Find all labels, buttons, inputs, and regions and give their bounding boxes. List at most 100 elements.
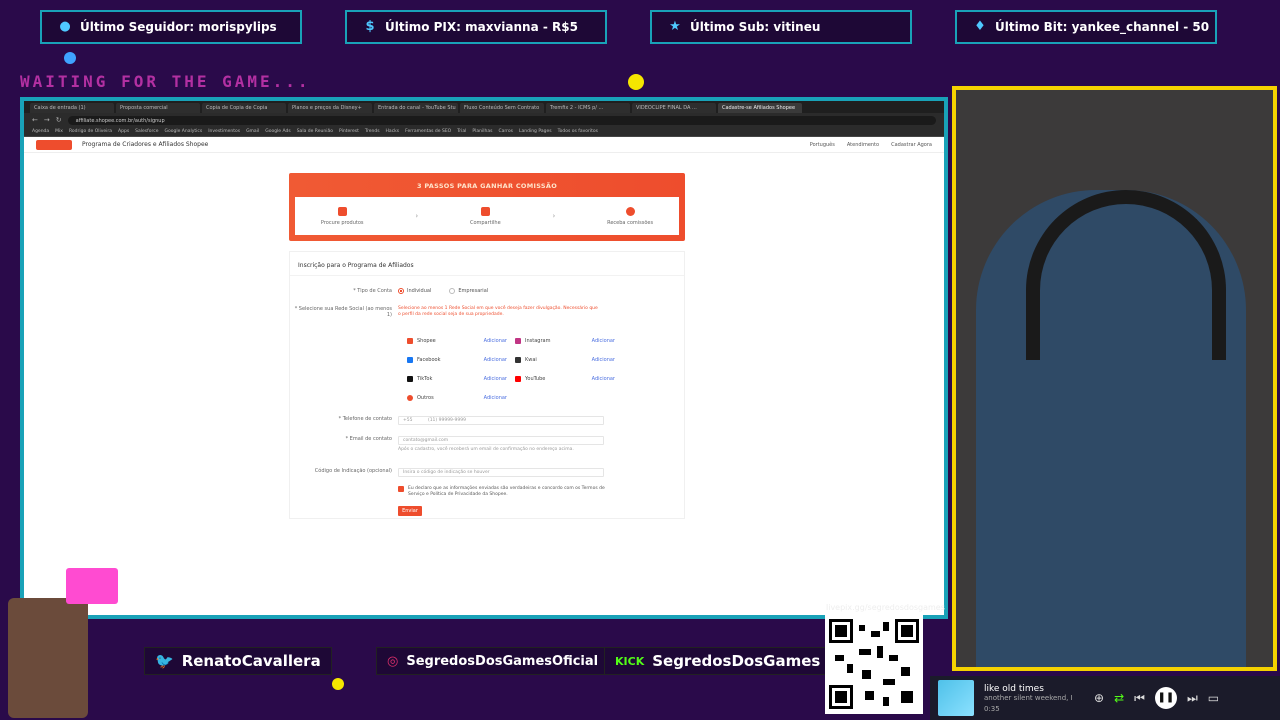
add-button[interactable]: Adicionar (592, 338, 615, 344)
signup-link[interactable]: Cadastrar Agora (891, 142, 932, 148)
next-icon[interactable]: ⏭ (1187, 691, 1198, 706)
kwai-icon (515, 356, 521, 363)
last-pix-bar: $ Último PIX: maxvianna - R$5 (345, 10, 607, 44)
network-shopee: Shopee Adicionar (407, 336, 507, 345)
browser-tab[interactable]: Planos e preços da Disney+ (288, 103, 372, 113)
bookmark[interactable]: Investimentos (208, 129, 240, 134)
network-facebook: Facebook Adicionar (407, 355, 507, 364)
bookmark[interactable]: Agenda (32, 129, 49, 134)
add-button[interactable]: Adicionar (484, 357, 507, 363)
browser-tab[interactable]: Tremfix 2 - ICMS p/ ... (546, 103, 630, 113)
diamond-icon: ♦ (974, 19, 986, 34)
bookmark[interactable]: Salesforce (135, 129, 158, 134)
browser-tab[interactable]: Proposta comercial (116, 103, 200, 113)
qr-label: livepix.gg/segredosdosgames (826, 603, 945, 612)
last-bit-bar: ♦ Último Bit: yankee_channel - 50 (955, 10, 1217, 44)
email-label: * Email de contato (345, 436, 392, 442)
pixel-character (8, 598, 88, 718)
browser-tab[interactable]: VIDEOCLIPE FINAL DA ... (632, 103, 716, 113)
kick-handle: KICK SegredosDosGames (604, 647, 832, 675)
network-tiktok: TikTok Adicionar (407, 374, 507, 383)
browser-tab[interactable]: Entrada do canal - YouTube Stu (374, 103, 458, 113)
add-button[interactable]: Adicionar (484, 338, 507, 344)
add-button[interactable]: Adicionar (592, 357, 615, 363)
consent-checkbox[interactable] (398, 486, 404, 492)
bookmark[interactable]: Google Analytics (164, 129, 202, 134)
blue-dot (64, 52, 76, 64)
instagram-icon: ◎ (387, 653, 399, 669)
radio-individual[interactable]: Individual (398, 288, 431, 294)
bookmark[interactable]: Rodrigo de Oliveira (69, 129, 112, 134)
bookmark[interactable]: Hacks (386, 129, 400, 134)
cast-icon[interactable]: ▭ (1208, 691, 1219, 705)
star-icon: ★ (669, 19, 681, 34)
browser-tab-active[interactable]: Cadastre-se Afiliados Shopee (718, 103, 802, 113)
address-bar-row: ← → ↻ affiliate.shopee.com.br/auth/signu… (24, 113, 944, 127)
add-button[interactable]: Adicionar (484, 376, 507, 382)
now-playing-widget: like old times another silent weekend, I… (930, 676, 1280, 720)
network-kwai: Kwai Adicionar (515, 355, 615, 364)
add-button[interactable]: Adicionar (592, 376, 615, 382)
user-icon: ● (59, 19, 71, 34)
bookmark[interactable]: Google Ads (265, 129, 291, 134)
steps-title: 3 PASSOS PARA GANHAR COMISSÃO (416, 182, 558, 190)
previous-icon[interactable]: ⏮ (1134, 691, 1145, 706)
bag-icon (337, 206, 347, 216)
bookmark[interactable]: Landing Pages (519, 129, 552, 134)
add-icon[interactable]: ⊕ (1094, 691, 1104, 705)
step-label: Compartilhe (469, 219, 501, 226)
bookmark[interactable]: Ferramentas de SEO (405, 129, 451, 134)
pause-button[interactable]: ❚❚ (1154, 687, 1177, 709)
last-bit-text: Último Bit: yankee_channel - 50 (995, 20, 1210, 34)
dollar-icon: $ (365, 19, 375, 34)
bookmark[interactable]: Gmail (246, 129, 259, 134)
radio-business[interactable]: Empresarial (449, 288, 488, 294)
twitter-handle: 🐦 RenatoCavallera (144, 647, 332, 675)
consent-text: Eu declaro que as informações enviadas s… (408, 486, 605, 497)
bookmark[interactable]: Trends (365, 129, 380, 134)
back-icon[interactable]: ← (32, 116, 38, 124)
browser-tab[interactable]: Copia de Copia de Copia (202, 103, 286, 113)
support-link[interactable]: Atendimento (847, 142, 879, 148)
phone-input[interactable]: +55 (11) 99999-9999 (398, 416, 604, 425)
step-label: Receba comissões (607, 219, 654, 226)
bookmark[interactable]: Pinterest (339, 129, 359, 134)
email-note: Após o cadastro, você receberá um email … (398, 447, 574, 452)
url-input[interactable]: affiliate.shopee.com.br/auth/signup (67, 115, 936, 125)
space-invader-icon (66, 568, 118, 604)
add-button[interactable]: Adicionar (484, 395, 507, 401)
bookmark[interactable]: Trial (457, 129, 466, 134)
email-input[interactable]: contato@gmail.com (398, 436, 604, 445)
phone-ddi[interactable]: +55 (403, 418, 413, 423)
browser-window: Caixa de entrada (1) Proposta comercial … (20, 97, 948, 619)
song-time: 0:35 (984, 704, 1000, 713)
step-share: Compartilhe (469, 206, 501, 226)
bookmark[interactable]: Carros (498, 129, 513, 134)
network-youtube: YouTube Adicionar (515, 374, 615, 383)
reload-icon[interactable]: ↻ (56, 116, 62, 124)
social-note: Selecione ao menos 1 Rede Social em que … (398, 306, 598, 317)
bookmark[interactable]: Apps (118, 129, 129, 134)
last-follower-text: Último Seguidor: morispylips (80, 20, 277, 34)
code-label: Código de Indicação (opcional) (314, 468, 392, 474)
kick-icon: KICK (615, 654, 645, 668)
shopee-logo[interactable] (36, 139, 72, 150)
browser-tab[interactable]: Caixa de entrada (1) (30, 103, 114, 113)
bookmark[interactable]: Mix (55, 129, 63, 134)
browser-tab[interactable]: Fluxo Conteúdo Sem Contrato (460, 103, 544, 113)
yellow-dot (332, 678, 344, 690)
forward-icon[interactable]: → (44, 116, 50, 124)
tiktok-icon (407, 375, 413, 382)
bookmark[interactable]: Sala de Reunião (297, 129, 333, 134)
coin-icon (625, 206, 635, 216)
form-title: Inscrição para o Programa de Afiliados (290, 252, 684, 276)
shuffle-icon[interactable]: ⇄ (1114, 691, 1124, 705)
submit-button[interactable]: Enviar (398, 506, 422, 516)
language-select[interactable]: Português (810, 142, 835, 148)
webcam-feed (952, 86, 1277, 671)
bookmark[interactable]: Todos os favoritos (558, 129, 598, 134)
bookmark[interactable]: Planilhas (472, 129, 492, 134)
steps-banner: 3 PASSOS PARA GANHAR COMISSÃO Procure pr… (289, 173, 685, 241)
referral-code-input[interactable]: Insira o código de indicação se houver (398, 468, 604, 477)
site-title: Programa de Criadores e Afiliados Shopee (82, 141, 209, 148)
